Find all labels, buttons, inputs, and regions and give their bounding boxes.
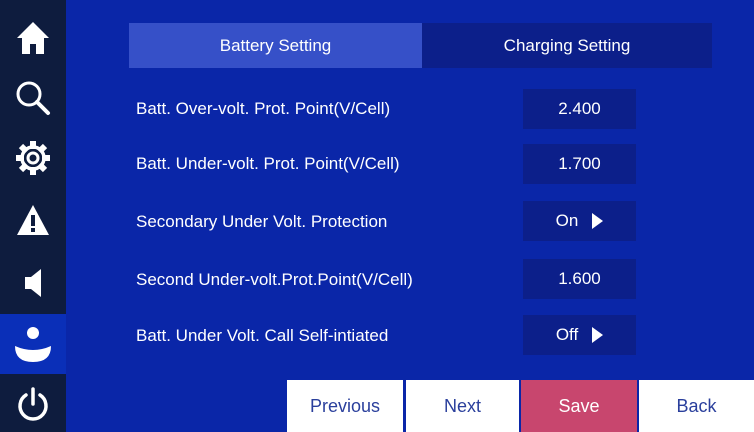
setting-label-second-under-volt: Second Under-volt.Prot.Point(V/Cell) [136, 270, 413, 289]
value-under-volt[interactable]: 1.700 [523, 144, 636, 184]
home-icon[interactable] [0, 10, 66, 66]
setting-label-under-volt: Batt. Under-volt. Prot. Point(V/Cell) [136, 154, 400, 173]
previous-button[interactable]: Previous [287, 380, 403, 432]
triangle-right-icon [592, 213, 604, 229]
value-text: Off [555, 325, 579, 344]
value-text: 1.600 [558, 269, 601, 288]
tab-charging-setting[interactable]: Charging Setting [422, 23, 712, 68]
value-second-under-volt[interactable]: 1.600 [523, 259, 636, 299]
triangle-right-icon [592, 327, 604, 343]
gear-icon[interactable] [0, 130, 66, 186]
sidebar [0, 0, 66, 432]
setting-label-self-initiated: Batt. Under Volt. Call Self-intiated [136, 326, 389, 345]
save-button[interactable]: Save [521, 380, 637, 432]
tab-battery-setting[interactable]: Battery Setting [129, 23, 422, 68]
dropdown-secondary-protection[interactable]: On [523, 201, 636, 241]
setting-label-secondary-protection: Secondary Under Volt. Protection [136, 212, 388, 231]
value-text: On [555, 211, 579, 230]
back-button[interactable]: Back [639, 380, 754, 432]
next-button[interactable]: Next [406, 380, 519, 432]
value-over-volt[interactable]: 2.400 [523, 89, 636, 129]
warning-icon[interactable] [0, 192, 66, 248]
dropdown-self-initiated[interactable]: Off [523, 315, 636, 355]
user-icon[interactable] [0, 314, 66, 374]
speaker-icon[interactable] [0, 255, 66, 311]
value-text: 1.700 [558, 154, 601, 173]
power-icon[interactable] [0, 376, 66, 432]
setting-label-over-volt: Batt. Over-volt. Prot. Point(V/Cell) [136, 99, 391, 118]
settings-tabs: Battery Setting Charging Setting [129, 23, 712, 68]
value-text: 2.400 [558, 99, 601, 118]
search-icon[interactable] [0, 70, 66, 126]
